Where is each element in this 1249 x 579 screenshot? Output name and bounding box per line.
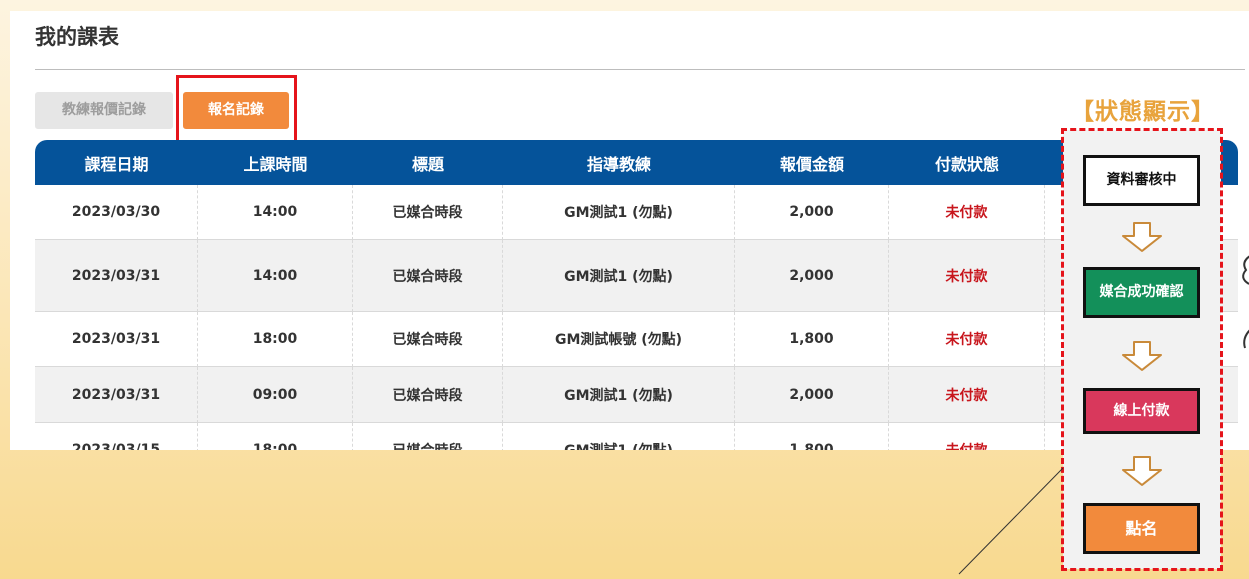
cell-title: 已媒合時段 [353,367,503,423]
cell-time: 14:00 [198,185,353,240]
status-step-review: 資料審核中 [1083,155,1200,206]
status-step-check-in: 點名 [1083,503,1200,554]
cell-title: 已媒合時段 [353,240,503,312]
status-step-match-confirmed: 媒合成功確認 [1083,267,1200,318]
cell-title: 已媒合時段 [353,423,503,450]
cell-payment-status: 未付款 [889,185,1045,240]
col-header-coach[interactable]: 指導教練 [503,140,735,185]
down-arrow-icon [1122,222,1162,252]
cell-coach: GM測試1 (勿點) [503,367,735,423]
cell-date: 2023/03/30 [35,185,198,240]
cell-coach: GM測試帳號 (勿點) [503,312,735,367]
cell-price: 2,000 [735,367,889,423]
cell-payment-status: 未付款 [889,240,1045,312]
cell-coach: GM測試1 (勿點) [503,185,735,240]
cell-date: 2023/03/31 [35,240,198,312]
col-header-time[interactable]: 上課時間 [198,140,353,185]
col-header-title[interactable]: 標題 [353,140,503,185]
cell-title: 已媒合時段 [353,312,503,367]
cell-title: 已媒合時段 [353,185,503,240]
table-row[interactable]: 2023/03/30 14:00 已媒合時段 GM測試1 (勿點) 2,000 … [35,185,1238,240]
col-header-date[interactable]: 課程日期 [35,140,198,185]
cell-coach: GM測試1 (勿點) [503,240,735,312]
table-row[interactable]: 2023/03/31 14:00 已媒合時段 GM測試1 (勿點) 2,000 … [35,240,1238,312]
cell-date: 2023/03/31 [35,367,198,423]
table-row[interactable]: 2023/03/15 18:00 已媒合時段 GM測試1 (勿點) 1,800 … [35,423,1238,450]
cell-time: 09:00 [198,367,353,423]
cell-date: 2023/03/15 [35,423,198,450]
cell-payment-status: 未付款 [889,312,1045,367]
page-title: 我的課表 [35,25,119,49]
callout-line [958,467,1064,575]
cell-coach: GM測試1 (勿點) [503,423,735,450]
table-header-row: 課程日期 上課時間 標題 指導教練 報價金額 付款狀態 [35,140,1238,185]
table-row[interactable]: 2023/03/31 18:00 已媒合時段 GM測試帳號 (勿點) 1,800… [35,312,1238,367]
table-row[interactable]: 2023/03/31 09:00 已媒合時段 GM測試1 (勿點) 2,000 … [35,367,1238,423]
status-flow-title: 【狀態顯示】 [1071,99,1215,125]
cell-time: 18:00 [198,312,353,367]
tab-coach-quote-records[interactable]: 教練報價記錄 [35,92,173,129]
down-arrow-icon [1122,341,1162,371]
title-divider [35,69,1245,70]
cell-price: 1,800 [735,423,889,450]
cell-time: 18:00 [198,423,353,450]
cell-price: 2,000 [735,185,889,240]
edge-decoration [1242,255,1249,349]
down-arrow-icon [1122,456,1162,486]
cell-payment-status: 未付款 [889,367,1045,423]
course-table: 課程日期 上課時間 標題 指導教練 報價金額 付款狀態 2023/03/30 1… [35,140,1238,450]
col-header-payment-status[interactable]: 付款狀態 [889,140,1045,185]
col-header-price[interactable]: 報價金額 [735,140,889,185]
status-step-online-payment: 線上付款 [1083,388,1200,434]
cell-payment-status: 未付款 [889,423,1045,450]
cell-time: 14:00 [198,240,353,312]
cell-date: 2023/03/31 [35,312,198,367]
cell-price: 1,800 [735,312,889,367]
cell-price: 2,000 [735,240,889,312]
